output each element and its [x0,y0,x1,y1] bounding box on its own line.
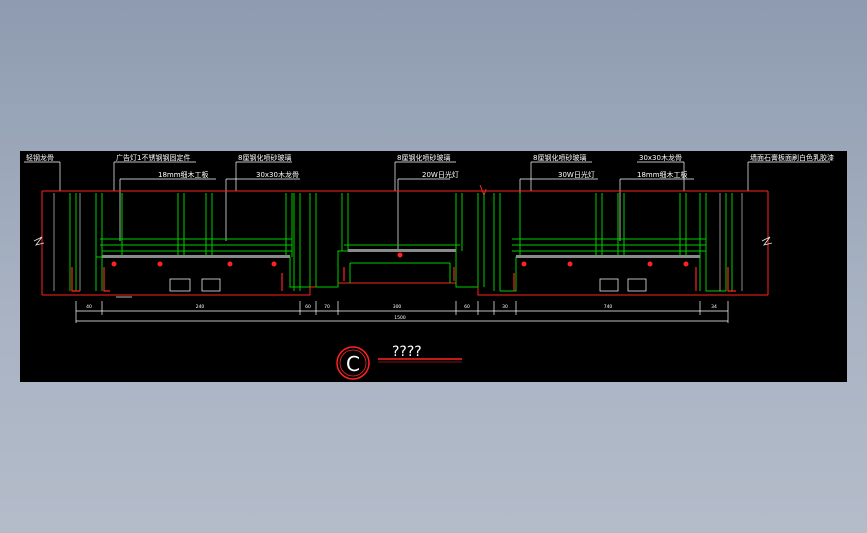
section-title-text: ???? [392,344,422,360]
dim-6: 30 [502,304,508,310]
label-wood-keel-top: 30x30木龙骨 [639,153,682,162]
dim-4: 300 [393,304,402,310]
label-wood-keel-left: 30x30木龙骨 [256,170,299,179]
section-symbol: C [346,352,360,376]
label-plywood-left: 18mm细木工板 [158,170,209,179]
label-light-steel-keel: 轻钢龙骨 [26,153,54,162]
label-gypsum-board: 墙面石膏板面刷白色乳胶漆 [750,153,834,162]
label-fluorescent-30w: 30W日光灯 [558,170,595,179]
cad-viewport[interactable]: 轻钢龙骨 广告灯1不锈钢钢固定件 8厘钢化喷砂玻璃 8厘钢化喷砂玻璃 8厘钢化喷… [20,151,847,382]
section-drawing: 轻钢龙骨 广告灯1不锈钢钢固定件 8厘钢化喷砂玻璃 8厘钢化喷砂玻璃 8厘钢化喷… [24,153,834,380]
framing-lines [69,193,733,292]
dim-2: 60 [305,304,311,310]
ceiling-outline [41,184,769,296]
dim-0: 40 [86,304,92,310]
label-fluorescent-20w: 20W日光灯 [422,170,459,179]
dim-total: 1500 [394,315,406,321]
label-plywood-right: 18mm细木工板 [637,170,688,179]
light-fixtures [169,278,647,292]
dim-3: 70 [324,304,330,310]
label-frosted-glass-3: 8厘钢化喷砂玻璃 [533,153,586,162]
label-ad-light-bracket: 广告灯1不锈钢钢固定件 [116,153,190,162]
section-title: C ???? [336,344,462,380]
dim-5: 60 [464,304,470,310]
label-frosted-glass-2: 8厘钢化喷砂玻璃 [397,153,450,162]
label-frosted-glass-1: 8厘钢化喷砂玻璃 [238,153,291,162]
dim-1: 240 [196,304,205,310]
dim-8: 34 [711,304,717,310]
dim-7: 740 [604,304,613,310]
